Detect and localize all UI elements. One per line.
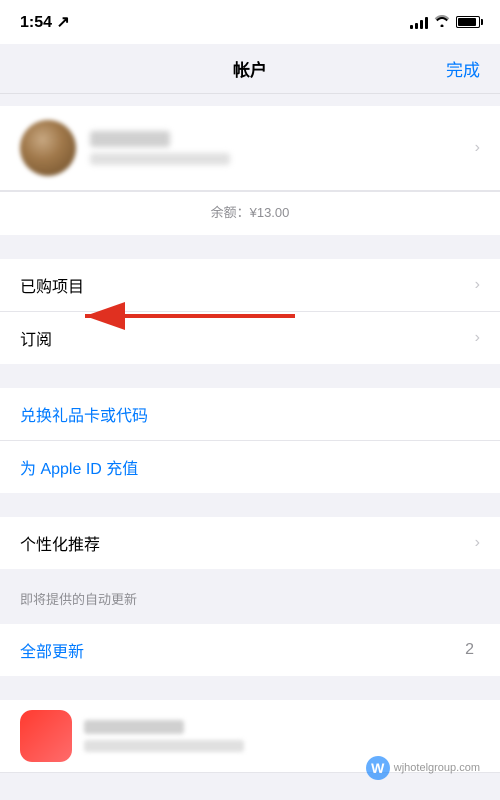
menu-section-1: 已购项目 › 订阅 ›	[0, 259, 500, 364]
updates-section: 全部更新 2	[0, 624, 500, 676]
profile-id	[90, 153, 230, 165]
topup-row[interactable]: 为 Apple ID 充值	[0, 441, 500, 493]
personalize-row[interactable]: 个性化推荐 ›	[0, 517, 500, 569]
battery-icon	[456, 16, 480, 28]
status-icons	[410, 14, 480, 30]
profile-name	[90, 131, 170, 147]
status-time: 1:54 ↗	[20, 12, 70, 32]
section-gap-1	[0, 235, 500, 247]
chevron-right-icon: ›	[475, 276, 480, 294]
watermark-logo: W	[366, 756, 390, 780]
update-count: 2	[465, 641, 474, 659]
subscriptions-label: 订阅	[20, 326, 475, 350]
balance-display: 余额：¥13.00	[0, 191, 500, 235]
nav-header: 帐户 完成	[0, 44, 500, 94]
chevron-right-icon: ›	[475, 139, 480, 157]
avatar	[20, 120, 76, 176]
chevron-right-icon: ›	[475, 329, 480, 347]
done-button[interactable]: 完成	[446, 56, 480, 81]
subscriptions-row[interactable]: 订阅 ›	[0, 312, 500, 364]
all-updates-label: 全部更新	[20, 638, 465, 662]
chevron-right-icon: ›	[475, 534, 480, 552]
topup-label: 为 Apple ID 充值	[20, 455, 480, 479]
section-gap-3	[0, 493, 500, 505]
section-gap-4	[0, 569, 500, 581]
watermark-text: wjhotelgroup.com	[394, 762, 480, 774]
page-title: 帐户	[233, 56, 267, 81]
redeem-row[interactable]: 兑换礼品卡或代码	[0, 388, 500, 441]
signal-icon	[410, 15, 428, 29]
all-updates-row[interactable]: 全部更新 2	[0, 624, 500, 676]
app-description	[84, 740, 244, 752]
app-icon	[20, 710, 72, 762]
purchased-label: 已购项目	[20, 273, 475, 297]
purchased-row[interactable]: 已购项目 ›	[0, 259, 500, 312]
upcoming-section-header: 即将提供的自动更新	[0, 581, 500, 612]
personalization-section: 个性化推荐 ›	[0, 517, 500, 569]
wifi-icon	[434, 14, 450, 30]
section-gap-5	[0, 676, 500, 688]
status-bar: 1:54 ↗	[0, 0, 500, 44]
watermark: W wjhotelgroup.com	[366, 756, 480, 780]
redeem-label: 兑换礼品卡或代码	[20, 402, 480, 426]
profile-row[interactable]: ›	[0, 106, 500, 191]
profile-section: › 余额：¥13.00	[0, 106, 500, 235]
app-name	[84, 720, 184, 734]
section-gap-2	[0, 364, 500, 376]
links-section: 兑换礼品卡或代码 为 Apple ID 充值	[0, 388, 500, 493]
personalize-label: 个性化推荐	[20, 531, 475, 555]
